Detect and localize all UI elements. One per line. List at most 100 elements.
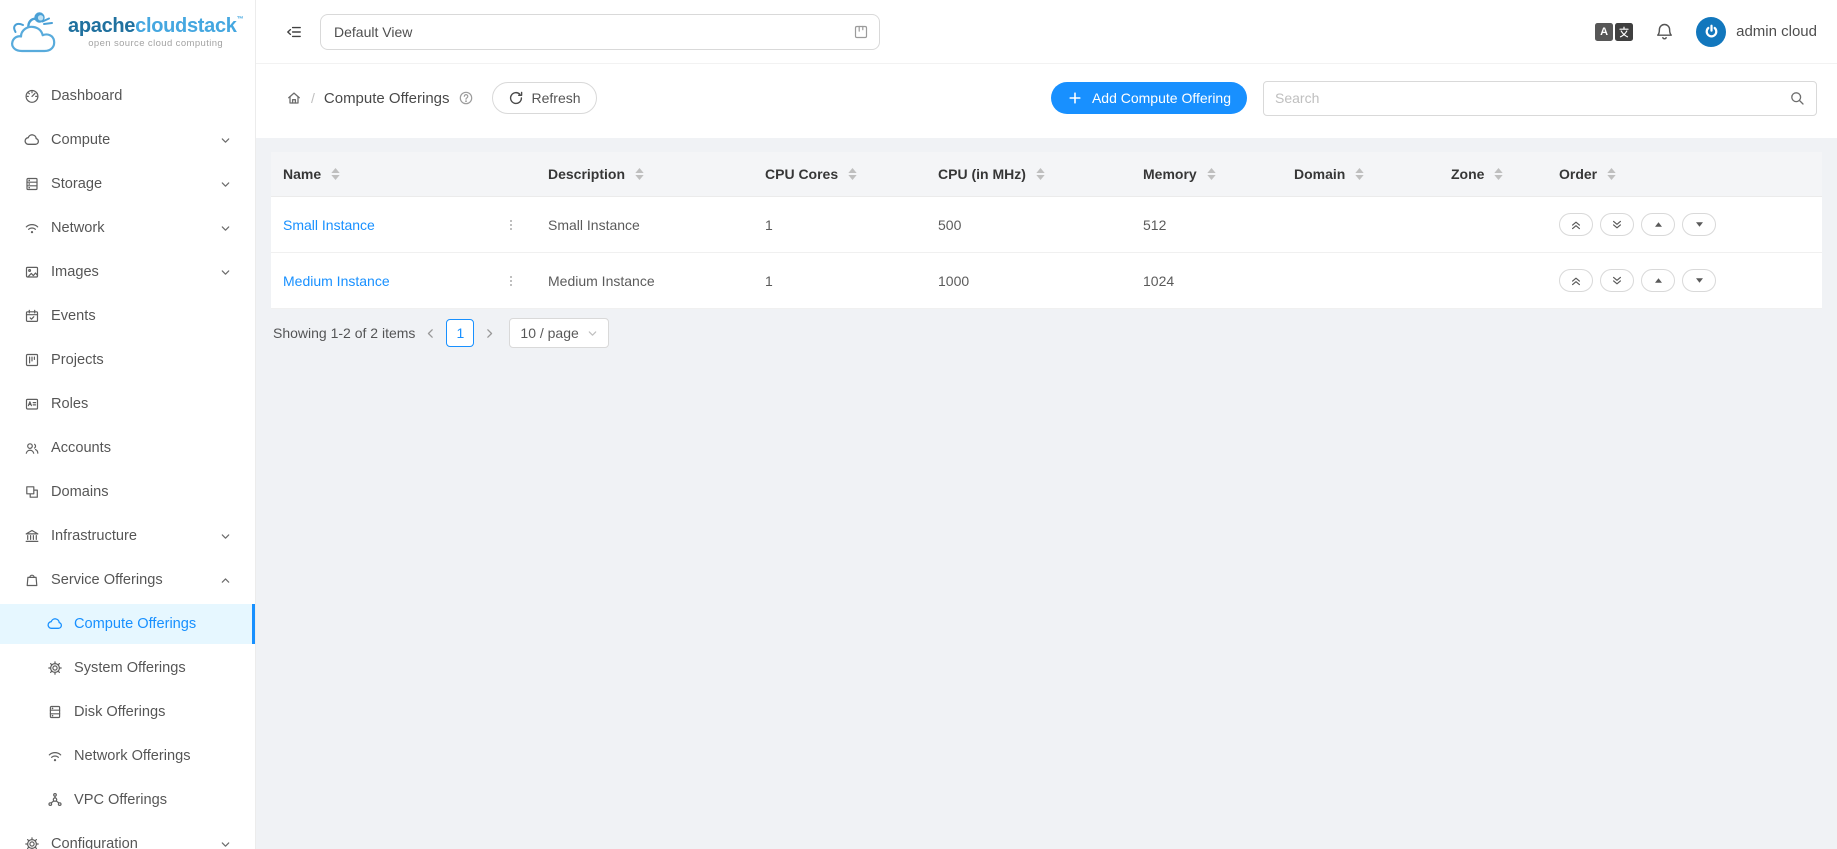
column-header-name[interactable]: Name bbox=[271, 152, 536, 197]
chevron-right-icon[interactable] bbox=[483, 327, 496, 340]
team-icon bbox=[24, 440, 40, 456]
sidebar-item-configuration[interactable]: Configuration bbox=[0, 824, 255, 849]
sorter-icon[interactable] bbox=[1494, 168, 1503, 180]
ellipsis-icon[interactable] bbox=[504, 274, 518, 288]
sidebar-item-label: Events bbox=[51, 308, 233, 324]
sidebar-item-infrastructure[interactable]: Infrastructure bbox=[0, 516, 255, 556]
sidebar-item-label: Dashboard bbox=[51, 88, 233, 104]
page-size-select[interactable]: 10 / page bbox=[509, 318, 608, 348]
sidebar-item-label: Configuration bbox=[51, 836, 217, 849]
sidebar-item-compute[interactable]: Compute bbox=[0, 120, 255, 160]
cell-cpu-cores: 1 bbox=[753, 253, 926, 309]
cell-zone bbox=[1439, 253, 1547, 309]
move-to-bottom-button[interactable] bbox=[1600, 269, 1634, 292]
sidebar-item-roles[interactable]: Roles bbox=[0, 384, 255, 424]
sidebar-item-vpc-offerings[interactable]: VPC Offerings bbox=[0, 780, 255, 820]
offering-name-link[interactable]: Medium Instance bbox=[283, 273, 390, 289]
sidebar-item-label: Roles bbox=[51, 396, 233, 412]
ellipsis-icon[interactable] bbox=[504, 218, 518, 232]
cell-memory: 512 bbox=[1131, 197, 1282, 253]
sidebar-item-label: Compute Offerings bbox=[74, 616, 230, 632]
menu-fold-icon[interactable] bbox=[286, 24, 302, 40]
idcard-icon bbox=[24, 396, 40, 412]
cell-cpu-mhz: 500 bbox=[926, 197, 1131, 253]
column-header-cpu_mhz[interactable]: CPU (in MHz) bbox=[926, 152, 1131, 197]
add-compute-offering-button[interactable]: Add Compute Offering bbox=[1051, 82, 1247, 114]
column-header-memory[interactable]: Memory bbox=[1131, 152, 1282, 197]
column-header-zone[interactable]: Zone bbox=[1439, 152, 1547, 197]
sidebar-item-label: VPC Offerings bbox=[74, 792, 233, 808]
table-row: Medium InstanceMedium Instance110001024 bbox=[271, 253, 1822, 309]
sidebar-item-projects[interactable]: Projects bbox=[0, 340, 255, 380]
hdd-icon bbox=[47, 704, 63, 720]
sorter-icon[interactable] bbox=[1207, 168, 1216, 180]
sidebar-item-network-offerings[interactable]: Network Offerings bbox=[0, 736, 255, 776]
brand-title: apachecloudstack™ bbox=[68, 16, 243, 37]
block-icon bbox=[24, 484, 40, 500]
sidebar-item-network[interactable]: Network bbox=[0, 208, 255, 248]
sidebar-item-accounts[interactable]: Accounts bbox=[0, 428, 255, 468]
chevron-down-icon bbox=[217, 839, 233, 849]
translate-icon[interactable]: A bbox=[1595, 23, 1633, 41]
offering-name-link[interactable]: Small Instance bbox=[283, 217, 375, 233]
sidebar-item-label: Accounts bbox=[51, 440, 233, 456]
sidebar-item-disk-offerings[interactable]: Disk Offerings bbox=[0, 692, 255, 732]
column-header-domain[interactable]: Domain bbox=[1282, 152, 1439, 197]
cell-name: Medium Instance bbox=[271, 253, 536, 309]
sidebar-item-service-offerings[interactable]: Service Offerings bbox=[0, 560, 255, 600]
cloudstack-monkey-logo-icon bbox=[8, 8, 64, 56]
cloud-icon bbox=[47, 616, 63, 632]
move-up-button[interactable] bbox=[1641, 269, 1675, 292]
breadcrumb-current: Compute Offerings bbox=[324, 90, 450, 107]
user-menu[interactable]: admin cloud bbox=[1696, 17, 1817, 47]
cell-domain bbox=[1282, 253, 1439, 309]
sidebar-item-system-offerings[interactable]: System Offerings bbox=[0, 648, 255, 688]
sorter-icon[interactable] bbox=[635, 168, 644, 180]
sidebar-item-domains[interactable]: Domains bbox=[0, 472, 255, 512]
sorter-icon[interactable] bbox=[331, 168, 340, 180]
search-icon[interactable] bbox=[1789, 90, 1805, 106]
move-to-top-button[interactable] bbox=[1559, 269, 1593, 292]
question-circle-icon[interactable] bbox=[458, 90, 474, 106]
home-icon[interactable] bbox=[286, 90, 302, 106]
move-to-bottom-button[interactable] bbox=[1600, 213, 1634, 236]
sorter-icon[interactable] bbox=[848, 168, 857, 180]
column-header-cpu_cores[interactable]: CPU Cores bbox=[753, 152, 926, 197]
column-header-order[interactable]: Order bbox=[1547, 152, 1822, 197]
brand-logo[interactable]: apachecloudstack™ open source cloud comp… bbox=[0, 0, 255, 64]
sorter-icon[interactable] bbox=[1355, 168, 1364, 180]
sorter-icon[interactable] bbox=[1036, 168, 1045, 180]
refresh-button[interactable]: Refresh bbox=[492, 82, 597, 114]
search-input[interactable] bbox=[1275, 90, 1789, 106]
chevron-down-icon bbox=[217, 223, 233, 234]
bag-icon bbox=[24, 572, 40, 588]
view-selector[interactable]: Default View bbox=[320, 14, 880, 50]
cell-description: Small Instance bbox=[536, 197, 753, 253]
sidebar-item-images[interactable]: Images bbox=[0, 252, 255, 292]
sidebar-item-label: Network bbox=[51, 220, 217, 236]
move-to-top-button[interactable] bbox=[1559, 213, 1593, 236]
sidebar-item-storage[interactable]: Storage bbox=[0, 164, 255, 204]
sorter-icon[interactable] bbox=[1607, 168, 1616, 180]
cell-cpu-cores: 1 bbox=[753, 197, 926, 253]
move-up-button[interactable] bbox=[1641, 213, 1675, 236]
storage-icon bbox=[24, 176, 40, 192]
sidebar-menu: Dashboard ComputeStorage Network Images Even… bbox=[0, 64, 255, 849]
caret-up-icon bbox=[1653, 275, 1664, 286]
chevron-left-icon[interactable] bbox=[424, 327, 437, 340]
move-down-button[interactable] bbox=[1682, 269, 1716, 292]
sidebar-item-dashboard[interactable]: Dashboard bbox=[0, 76, 255, 116]
gear-icon bbox=[47, 660, 63, 676]
move-down-button[interactable] bbox=[1682, 213, 1716, 236]
sidebar-item-compute-offerings[interactable]: Compute Offerings bbox=[0, 604, 255, 644]
brand-tagline: open source cloud computing bbox=[68, 38, 243, 49]
sidebar-item-label: Network Offerings bbox=[74, 748, 233, 764]
project-icon bbox=[24, 352, 40, 368]
bell-icon[interactable] bbox=[1655, 22, 1674, 41]
cell-description: Medium Instance bbox=[536, 253, 753, 309]
wifi-icon bbox=[24, 220, 40, 236]
sidebar-item-events[interactable]: Events bbox=[0, 296, 255, 336]
sidebar-item-label: Images bbox=[51, 264, 217, 280]
column-header-description[interactable]: Description bbox=[536, 152, 753, 197]
page-number-button[interactable]: 1 bbox=[446, 319, 474, 347]
